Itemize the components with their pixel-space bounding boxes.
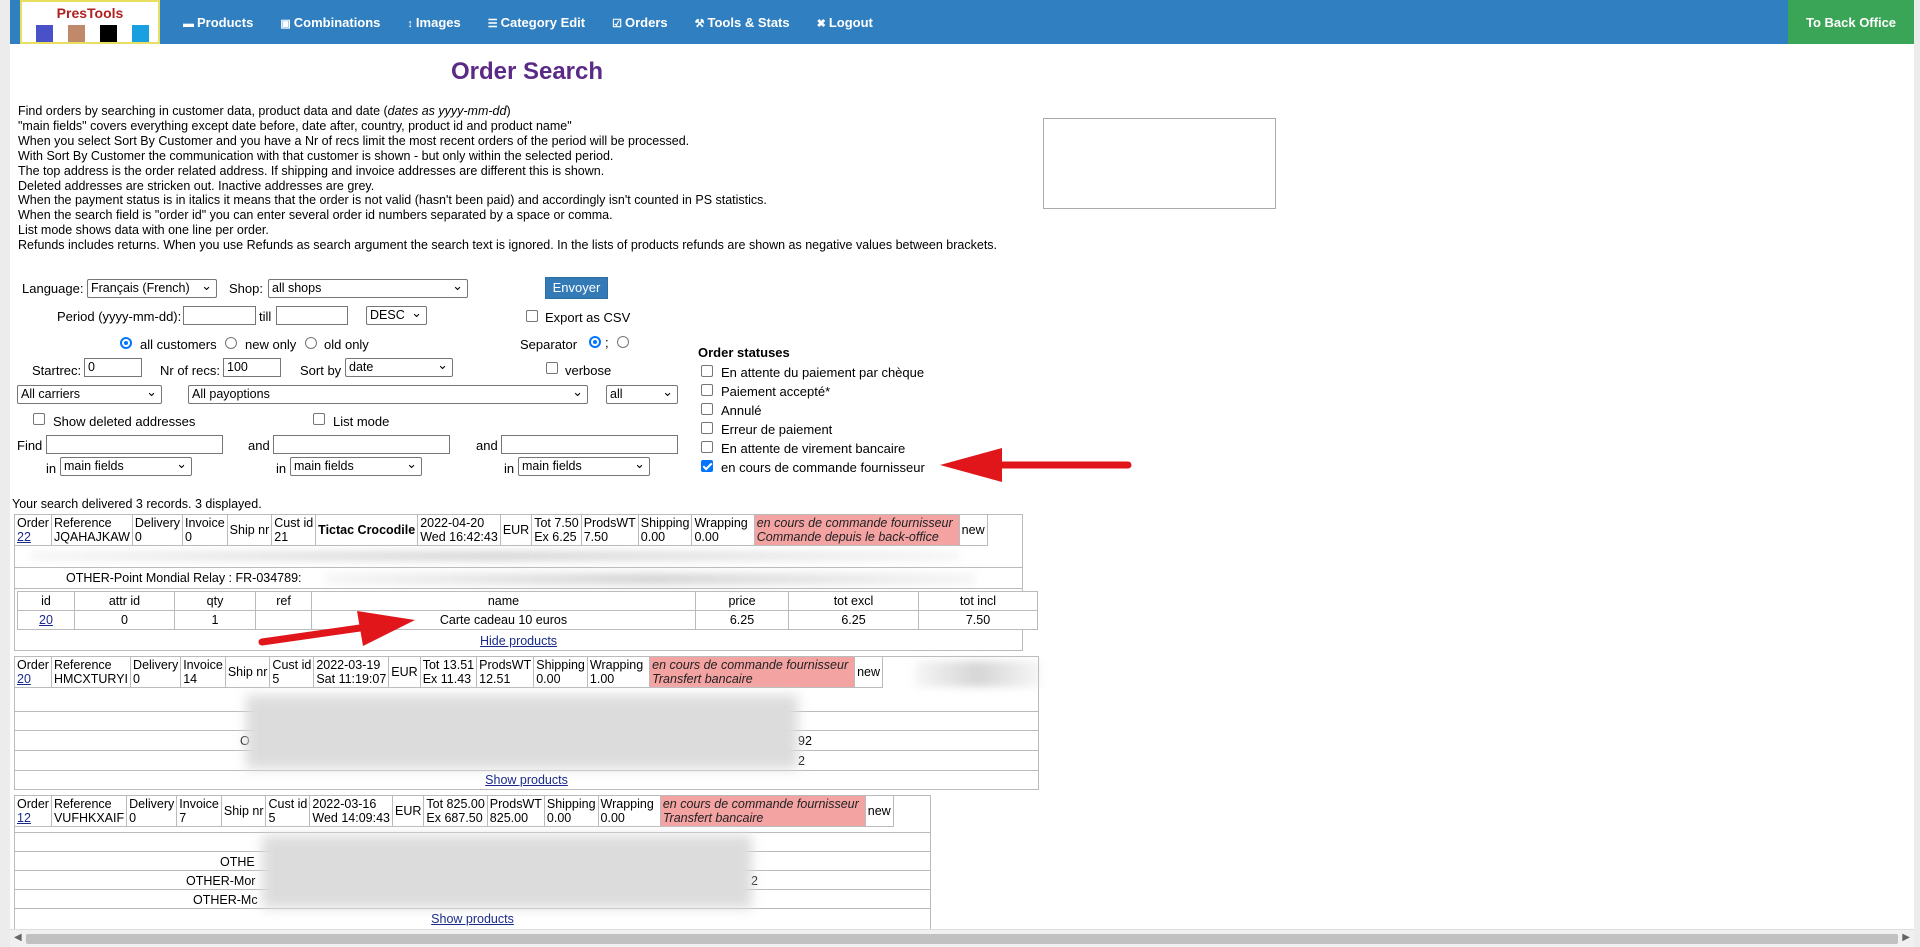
scroll-right-icon[interactable]: ▶ [1902,932,1910,943]
annotation-arrowhead-status [940,448,1002,482]
scroll-left-icon[interactable]: ◀ [14,932,22,943]
annotation-arrow-product [258,624,364,646]
annotation-arrows [258,448,1132,646]
annotation-arrowhead-product [357,611,415,646]
scrollbar-thumb[interactable] [26,934,1898,944]
horizontal-scrollbar[interactable]: ◀ ▶ [10,929,1914,947]
